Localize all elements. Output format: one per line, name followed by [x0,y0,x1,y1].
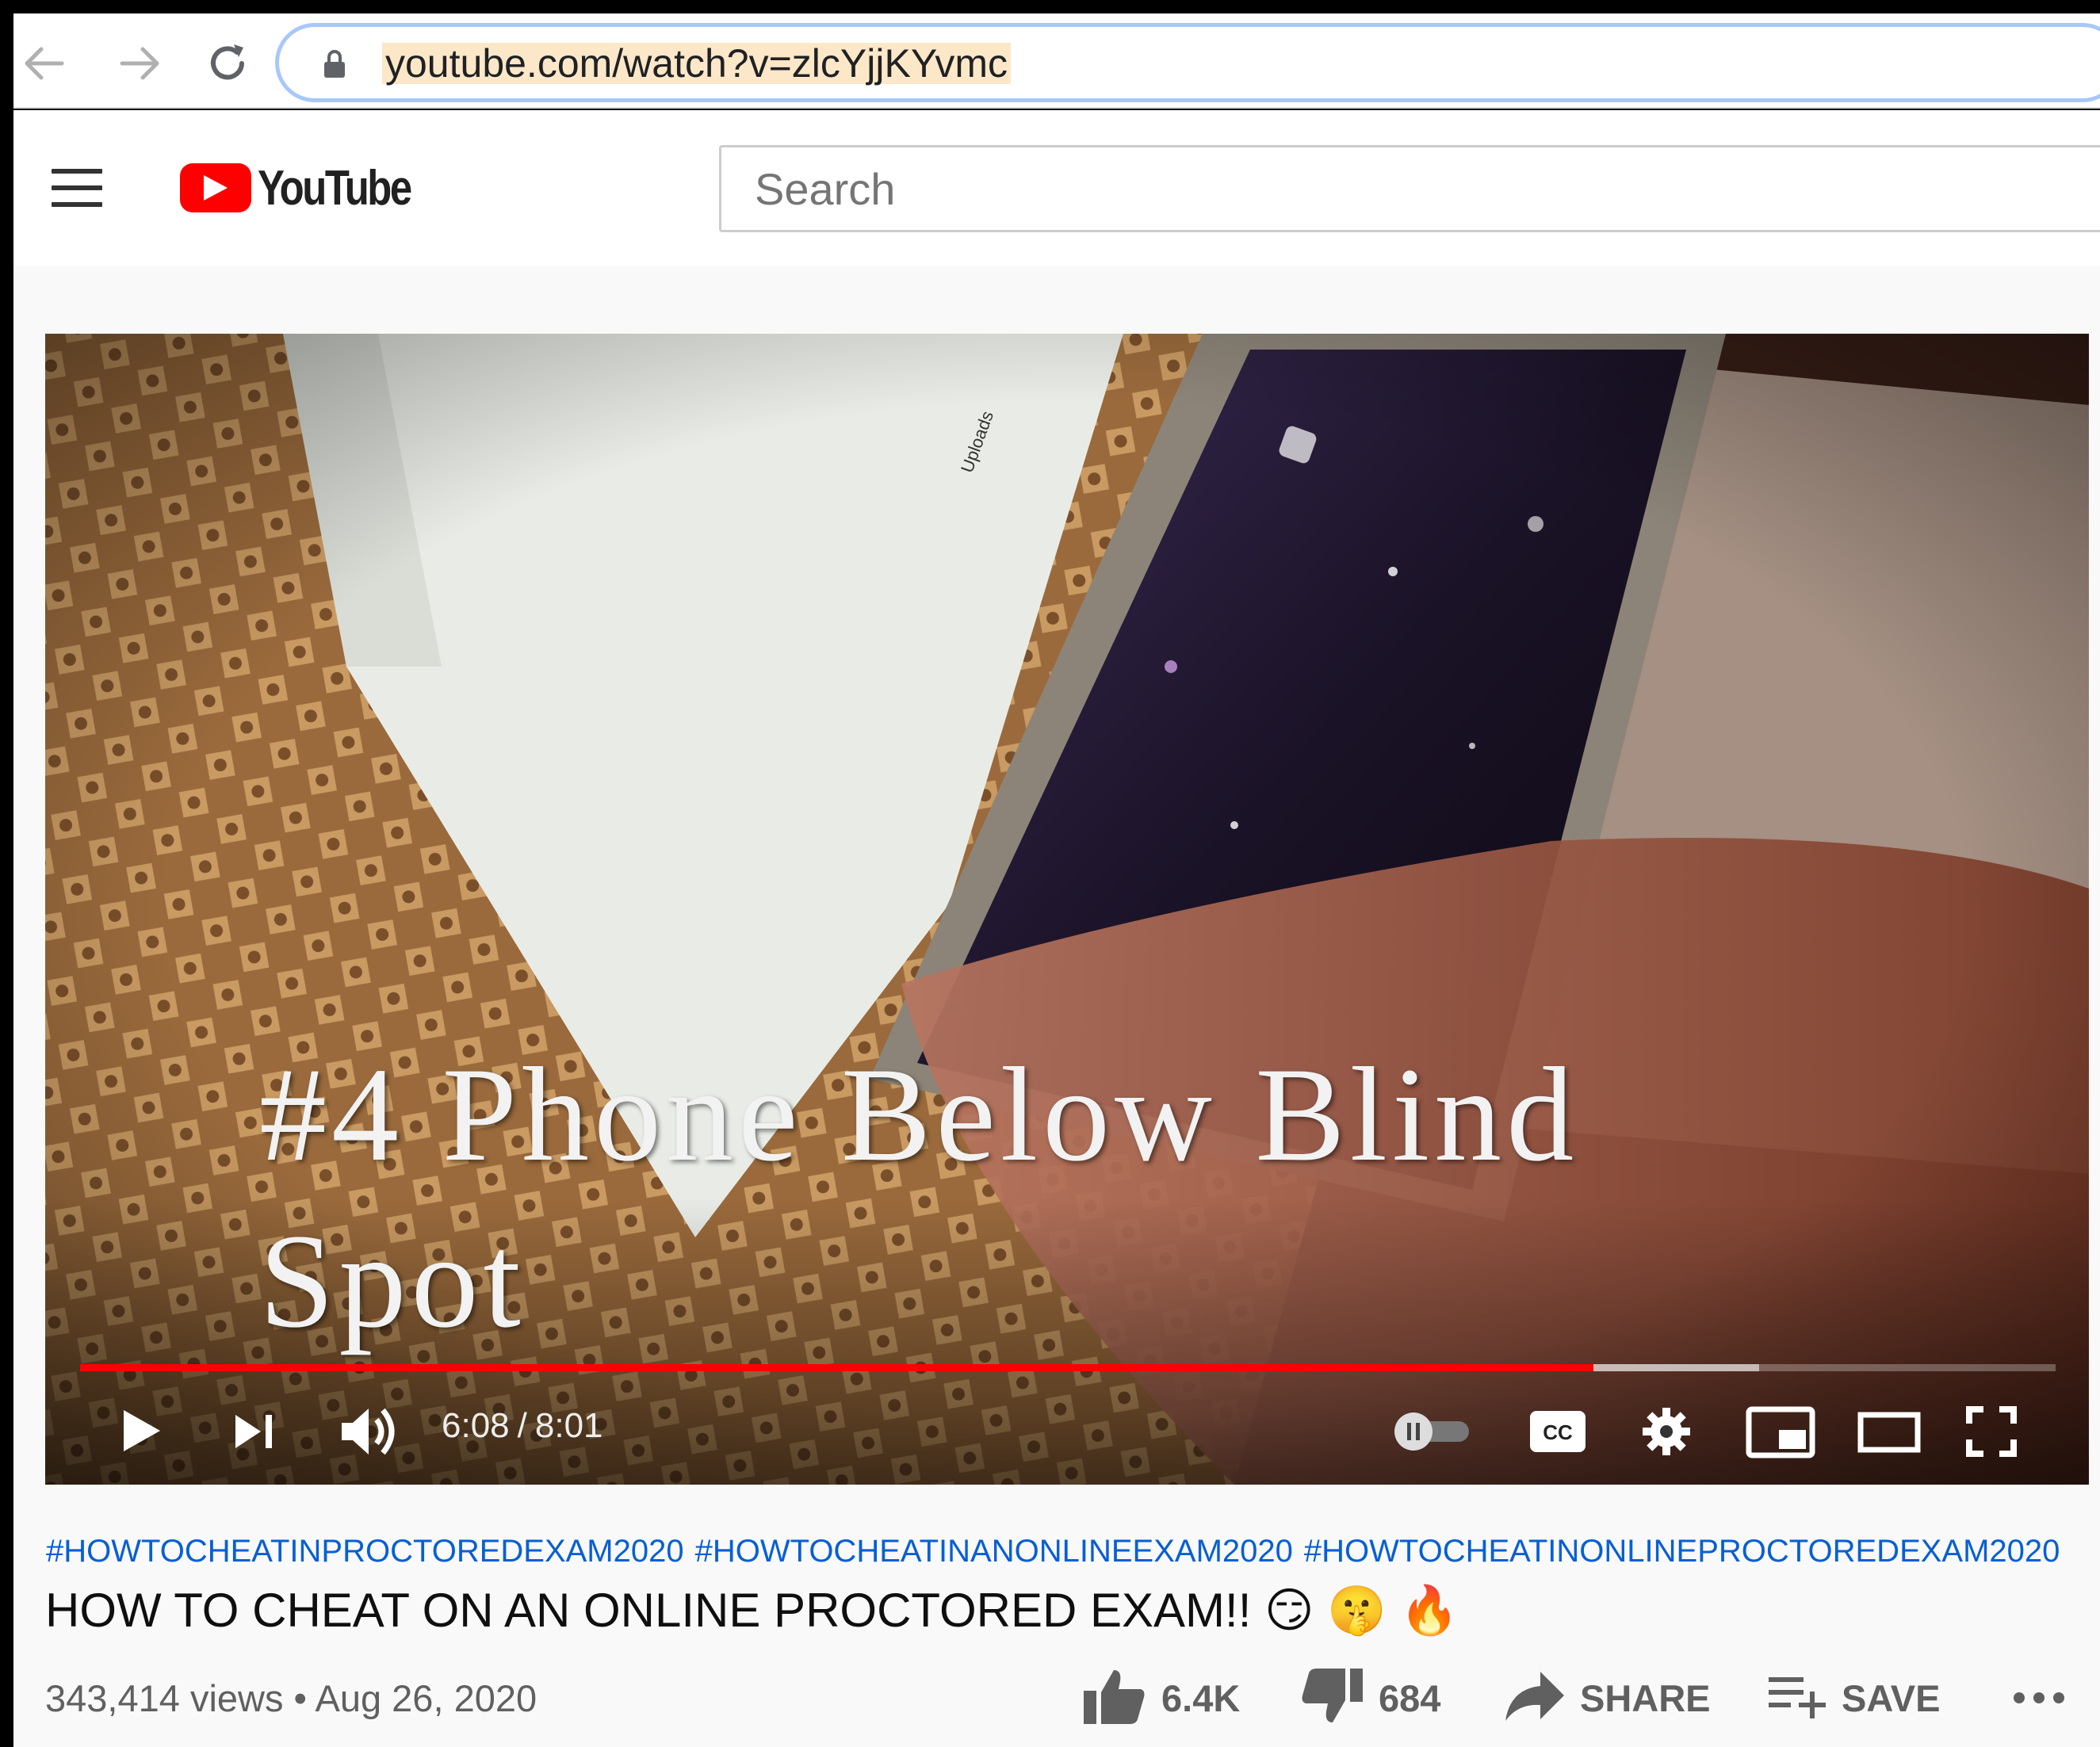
hashtag-list: #HOWTOCHEATINPROCTOREDEXAM2020 #HOWTOCHEA… [46,1534,2071,1569]
player-controls: 6:08/8:01 CC [45,1382,2089,1477]
lock-icon [323,49,346,83]
video-title: HOW TO CHEAT ON AN ONLINE PROCTORED EXAM… [45,1584,1459,1637]
like-count: 6.4K [1161,1676,1241,1719]
dislike-button[interactable]: 684 [1299,1662,1440,1734]
current-time: 6:08 [442,1406,510,1445]
overlay-caption-line-2: Spot [259,1206,526,1355]
overlay-caption-line-1: #4 Phone Below Blind [259,1040,1579,1189]
search-input[interactable] [721,147,2100,230]
fullscreen-icon[interactable] [1965,1405,2018,1458]
share-label: SHARE [1580,1676,1711,1719]
hashtag-link[interactable]: #HOWTOCHEATINONLINEPROCTOREDEXAM2020 [1304,1534,2060,1569]
subtitles-cc-icon[interactable]: CC [1528,1409,1588,1455]
progress-bar[interactable] [80,1364,2056,1371]
duration: 8:01 [534,1406,603,1445]
share-arrow-icon [1504,1670,1566,1726]
save-button[interactable]: SAVE [1767,1662,1941,1734]
youtube-header: YouTube [13,110,2100,266]
video-player[interactable]: Uploads #4 Phone Below Blind Spot 6:08 /… [45,334,2089,1485]
playlist-add-icon [1767,1672,1827,1724]
forward-icon[interactable] [113,36,169,91]
thumbs-up-icon [1082,1667,1147,1730]
url-text[interactable]: youtube.com/watch?v=zlcYjjKYvmc [382,43,1012,84]
settings-gear-icon[interactable] [1640,1405,1693,1458]
back-icon[interactable] [15,36,71,91]
hashtag-link[interactable]: #HOWTOCHEATINANONLINEEXAM2020 [695,1534,1293,1569]
miniplayer-icon[interactable] [1745,1405,1816,1459]
video-actions: 6.4K 684 SHARE SAVE [13,1662,2100,1734]
reload-icon[interactable] [200,36,255,91]
share-button[interactable]: SHARE [1504,1662,1711,1734]
dislike-count: 684 [1379,1676,1441,1719]
time-separator: / [517,1406,527,1445]
next-video-icon[interactable] [232,1412,277,1451]
watch-page: Uploads #4 Phone Below Blind Spot 6:08 /… [13,266,2100,1747]
volume-icon[interactable] [339,1404,402,1459]
youtube-play-logo-icon [180,163,251,212]
play-icon[interactable] [117,1405,167,1456]
hamburger-menu-icon[interactable] [52,169,102,207]
svg-text:CC: CC [1543,1420,1573,1444]
time-display: 6:08/8:01 [442,1404,603,1448]
youtube-logo-text: YouTube [258,160,412,216]
theater-mode-icon[interactable] [1857,1409,1921,1456]
save-label: SAVE [1842,1676,1941,1719]
youtube-logo[interactable]: YouTube [180,160,444,216]
thumbs-down-icon [1299,1667,1364,1730]
screen-frame: youtube.com/watch?v=zlcYjjKYvmc YouTube [0,0,2100,1747]
progress-played [80,1364,1593,1371]
video-overlay-caption: #4 Phone Below Blind Spot [259,1031,1578,1364]
more-actions-icon[interactable] [2011,1662,2067,1734]
browser-toolbar: youtube.com/watch?v=zlcYjjKYvmc [13,13,2100,109]
hashtag-link[interactable]: #HOWTOCHEATINPROCTOREDEXAM2020 [46,1534,684,1569]
like-button[interactable]: 6.4K [1082,1662,1240,1734]
autoplay-toggle[interactable] [1393,1410,1472,1451]
address-bar[interactable]: youtube.com/watch?v=zlcYjjKYvmc [275,23,2100,102]
search-box[interactable] [719,145,2100,232]
